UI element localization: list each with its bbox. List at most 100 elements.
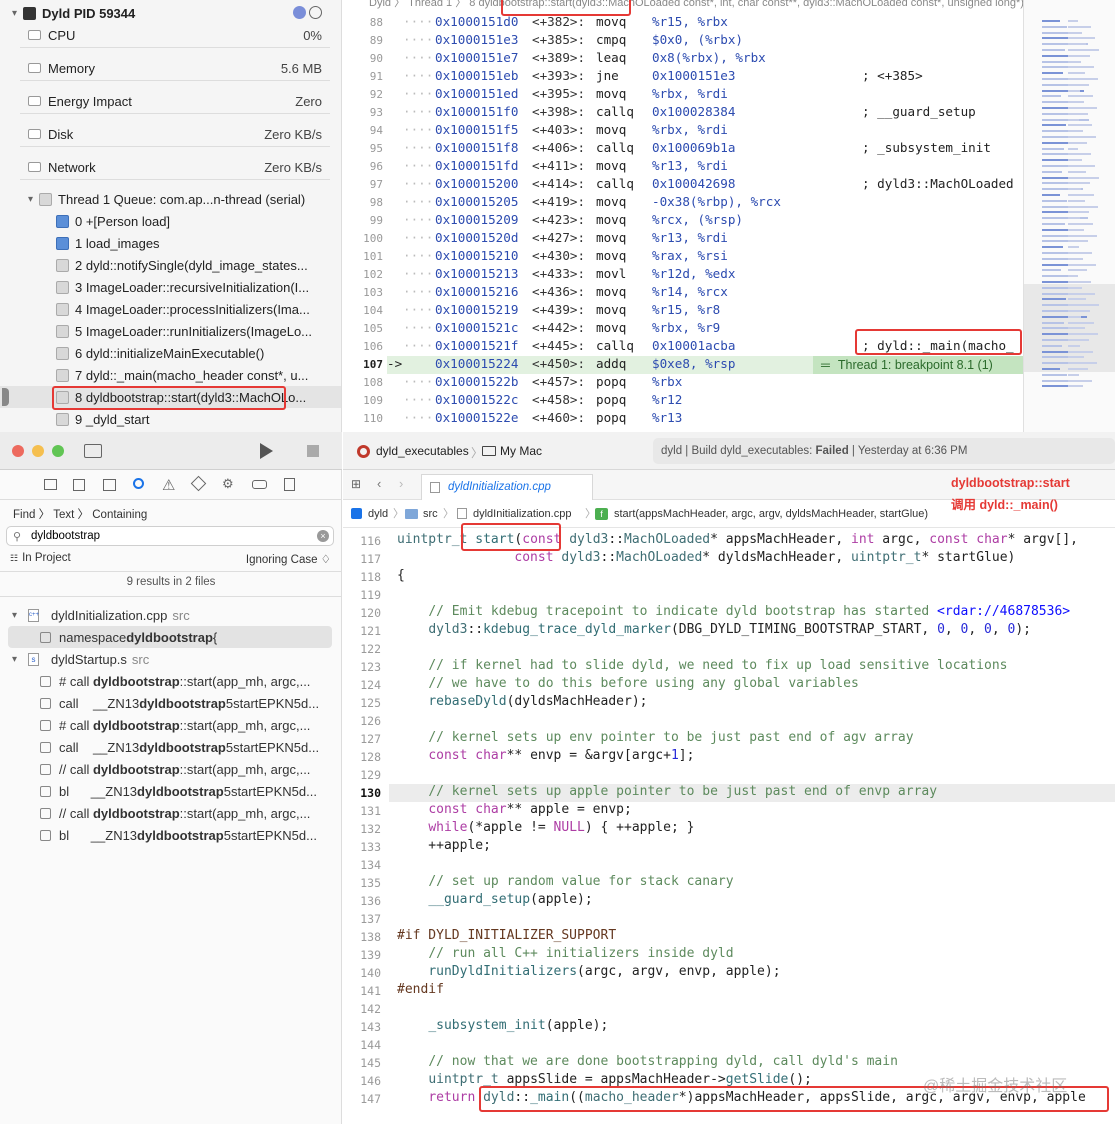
gauge-value: 5.6 MB: [280, 60, 322, 76]
minimap[interactable]: [1023, 0, 1115, 432]
result-match[interactable]: bl __ZN13 dyldbootstrap 5startEPKN5d...: [0, 824, 342, 846]
code-line[interactable]: // kernel sets up apple pointer to be ju…: [397, 784, 937, 799]
search-field[interactable]: ⚲ ×: [6, 526, 334, 546]
code-line[interactable]: const char** apple = envp;: [397, 802, 632, 817]
result-match[interactable]: call __ZN13 dyldbootstrap 5startEPKN5d...: [0, 692, 342, 714]
code-line[interactable]: // now that we are done bootstrapping dy…: [397, 1054, 898, 1069]
result-match[interactable]: # call dyldbootstrap::start(app_mh, argc…: [0, 714, 342, 736]
result-match[interactable]: // call dyldbootstrap::start(app_mh, arg…: [0, 758, 342, 780]
result-match[interactable]: # call dyldbootstrap::start(app_mh, argc…: [0, 670, 342, 692]
stack-frame[interactable]: 0 +[Person load]: [0, 210, 341, 232]
stop-icon[interactable]: [307, 445, 319, 457]
code-line[interactable]: const char** envp = &argv[argc+1];: [397, 748, 694, 763]
code-line[interactable]: // set up random value for stack canary: [397, 874, 733, 889]
disasm-jumpbar[interactable]: Dyld 〉 Thread 1 〉 8 dyldbootstrap::start…: [343, 0, 1023, 10]
code-line[interactable]: ++apple;: [397, 838, 491, 853]
result-match[interactable]: // call dyldbootstrap::start(app_mh, arg…: [0, 802, 342, 824]
result-file[interactable]: ▾ c++ dyldInitialization.cpp src: [0, 604, 342, 626]
jumpbar-item[interactable]: Dyld: [369, 0, 391, 9]
chevron-down-icon[interactable]: ▾: [12, 610, 17, 621]
stack-frame[interactable]: 9 _dyld_start: [0, 408, 341, 430]
gauge-disk[interactable]: Disk Zero KB/s: [0, 123, 341, 145]
breakpoint-nav-icon[interactable]: [252, 480, 267, 489]
find-mode[interactable]: Find: [13, 509, 35, 521]
test-icon[interactable]: [190, 475, 207, 492]
stack-frame[interactable]: 2 dyld::notifySingle(dyld_image_states..…: [0, 254, 341, 276]
code-line[interactable]: // we have to do this before using any g…: [397, 676, 858, 691]
stack-frame[interactable]: 1 load_images: [0, 232, 341, 254]
source-control-icon[interactable]: [73, 479, 85, 491]
code-line[interactable]: uintptr_t appsSlide = appsMachHeader->ge…: [397, 1072, 812, 1087]
code-line[interactable]: #endif: [397, 982, 444, 997]
chevron-down-icon[interactable]: ▾: [12, 654, 17, 665]
code-line[interactable]: _subsystem_init(apple);: [397, 1018, 608, 1033]
close-icon[interactable]: [12, 445, 24, 457]
stack-frame[interactable]: 3 ImageLoader::recursiveInitialization(I…: [0, 276, 341, 298]
editor-jumpbar[interactable]: dyld 〉 src 〉 dyldInitialization.cpp 〉 f …: [343, 502, 1115, 526]
editor-tab[interactable]: dyldInitialization.cpp: [421, 474, 593, 500]
code-line[interactable]: const dyld3::MachOLoaded* dyldsMachHeade…: [397, 550, 1015, 565]
result-match-selected[interactable]: namespace dyldbootstrap {: [8, 626, 332, 648]
gauge-memory[interactable]: Memory 5.6 MB: [0, 57, 341, 79]
zoom-icon[interactable]: [52, 445, 64, 457]
clear-icon[interactable]: ×: [317, 530, 329, 542]
jumpbar-item[interactable]: Thread 1: [408, 0, 452, 9]
code-line[interactable]: dyld3::kdebug_trace_dyld_marker(DBG_DYLD…: [397, 622, 1031, 637]
jumpbar-item[interactable]: start(appsMachHeader, argc, argv, dyldsM…: [614, 502, 928, 526]
code-line[interactable]: while(*apple != NULL) { ++apple; }: [397, 820, 694, 835]
find-mode-breadcrumb[interactable]: Find 〉 Text 〉 Containing: [13, 506, 147, 522]
code-line[interactable]: rebaseDyld(dyldsMachHeader);: [397, 694, 647, 709]
stack-frame[interactable]: 6 dyld::initializeMainExecutable(): [0, 342, 341, 364]
offset: <+382>:: [532, 14, 586, 29]
minimap-line: [1068, 95, 1093, 98]
issue-icon[interactable]: ⚠: [162, 476, 175, 494]
code-line[interactable]: // if kernel had to slide dyld, we need …: [397, 658, 1007, 673]
process-row[interactable]: ▾ Dyld PID 59344: [0, 2, 341, 24]
code-line[interactable]: // run all C++ initializers inside dyld: [397, 946, 733, 961]
code-line[interactable]: #if DYLD_INITIALIZER_SUPPORT: [397, 928, 616, 943]
run-icon[interactable]: [260, 443, 273, 459]
gauge-energy[interactable]: Energy Impact Zero: [0, 90, 341, 112]
debug-icon[interactable]: ⚙: [222, 476, 234, 492]
minimize-icon[interactable]: [32, 445, 44, 457]
case-selector[interactable]: Ignoring Case ♢: [246, 552, 331, 566]
breakpoint-banner[interactable]: ═ Thread 1: breakpoint 8.1 (1): [813, 356, 1023, 374]
pause-icon[interactable]: [293, 6, 306, 19]
thread-icon[interactable]: [309, 6, 322, 19]
result-match[interactable]: bl __ZN13 dyldbootstrap 5startEPKN5d...: [0, 780, 342, 802]
search-input[interactable]: [31, 528, 311, 544]
minimap-line: [1042, 246, 1063, 249]
find-match[interactable]: Containing: [92, 509, 147, 521]
frame-label: 1 load_images: [75, 235, 160, 251]
result-match[interactable]: call __ZN13 dyldbootstrap 5startEPKN5d...: [0, 736, 342, 758]
symbol-icon[interactable]: [103, 479, 116, 491]
find-type[interactable]: Text: [53, 509, 74, 521]
grid-icon[interactable]: ⊞: [351, 477, 361, 491]
folder-icon[interactable]: [44, 479, 57, 490]
stack-frame[interactable]: 7 dyld::_main(macho_header const*, u...: [0, 364, 341, 386]
code-line[interactable]: // Emit kdebug tracepoint to indicate dy…: [397, 604, 1070, 619]
chevron-down-icon[interactable]: ▾: [12, 8, 17, 19]
destination-selector[interactable]: My Mac: [500, 444, 542, 458]
stack-frame[interactable]: 4 ImageLoader::processInitializers(Ima..…: [0, 298, 341, 320]
code-line[interactable]: runDyldInitializers(argc, argv, envp, ap…: [397, 964, 780, 979]
search-icon[interactable]: [133, 478, 144, 489]
gauge-cpu[interactable]: CPU 0%: [0, 24, 341, 46]
chevron-down-icon[interactable]: ▾: [28, 194, 33, 205]
result-file[interactable]: ▾ s dyldStartup.s src: [0, 648, 342, 670]
thread-row[interactable]: ▾ Thread 1 Queue: com.ap...n-thread (ser…: [0, 188, 341, 210]
forward-icon[interactable]: ›: [399, 476, 403, 491]
scheme-selector[interactable]: dyld_executables: [376, 444, 469, 458]
instruction: popq: [596, 392, 627, 407]
scope-selector[interactable]: ☷ In Project: [10, 552, 71, 564]
sidebar-toggle-icon[interactable]: [84, 444, 102, 458]
report-icon[interactable]: [284, 478, 295, 491]
code-line[interactable]: __guard_setup(apple);: [397, 892, 592, 907]
gauge-network[interactable]: Network Zero KB/s: [0, 156, 341, 178]
stack-frame[interactable]: 5 ImageLoader::runInitializers(ImageLo..…: [0, 320, 341, 342]
jumpbar-item[interactable]: dyld: [368, 502, 388, 526]
code-line[interactable]: {: [397, 568, 405, 583]
back-icon[interactable]: ‹: [377, 476, 381, 491]
jumpbar-item[interactable]: src: [423, 502, 438, 526]
code-line[interactable]: // kernel sets up env pointer to be just…: [397, 730, 913, 745]
